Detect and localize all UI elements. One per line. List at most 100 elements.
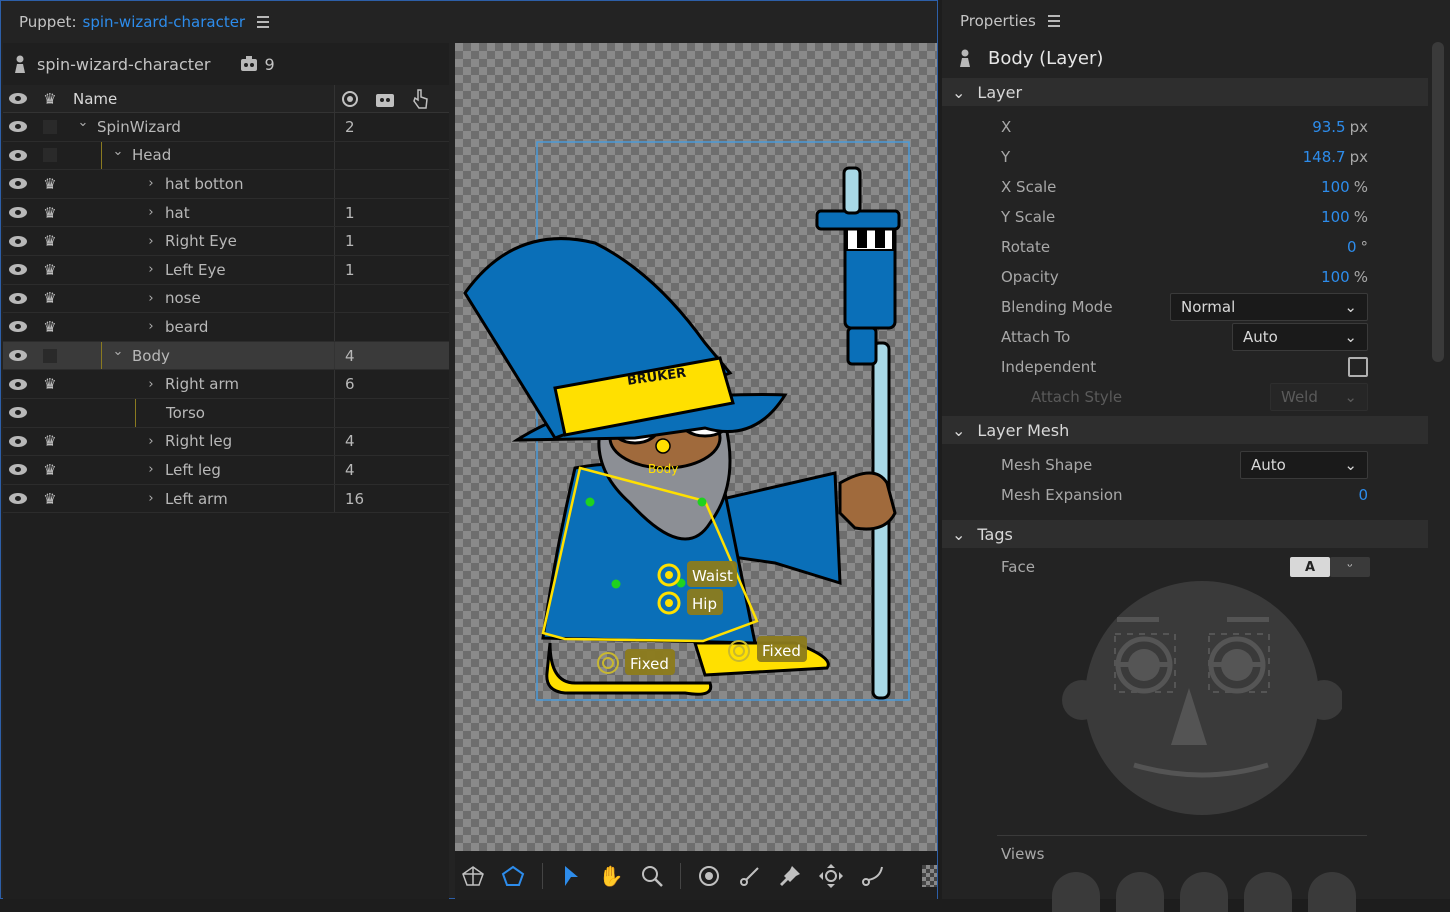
pin-tool-icon[interactable] bbox=[778, 863, 802, 889]
eye-icon[interactable] bbox=[3, 378, 33, 390]
smiley-tag-toggle-icon[interactable]: ᵕ bbox=[1330, 557, 1370, 577]
section-tags[interactable]: ⌄ Tags bbox=[942, 520, 1428, 548]
mesh-point[interactable] bbox=[611, 579, 621, 589]
view-front-icon[interactable] bbox=[1052, 872, 1100, 912]
bend-tool-icon[interactable] bbox=[860, 863, 886, 889]
eye-icon[interactable] bbox=[3, 121, 33, 133]
eye-icon[interactable] bbox=[3, 464, 33, 476]
chevron-right-icon[interactable]: › bbox=[143, 262, 159, 277]
mesh-shape-dropdown[interactable]: Auto ⌄ bbox=[1240, 451, 1368, 479]
layer-row[interactable]: ♛ › Left Eye 1 bbox=[3, 255, 449, 285]
chevron-down-icon[interactable]: ⌄ bbox=[110, 344, 126, 359]
crown-icon[interactable]: ♛ bbox=[33, 490, 67, 508]
chevron-right-icon[interactable]: › bbox=[143, 319, 159, 334]
chevron-right-icon[interactable]: › bbox=[143, 377, 159, 392]
properties-scrollbar[interactable] bbox=[1432, 42, 1444, 362]
zoom-icon[interactable] bbox=[640, 863, 664, 889]
eye-icon[interactable] bbox=[3, 435, 33, 447]
eye-icon[interactable] bbox=[3, 178, 33, 190]
stage-canvas[interactable]: BRUKER Body Waist Hip Fixed Fixed bbox=[455, 43, 937, 851]
view-left-icon[interactable] bbox=[1244, 872, 1292, 912]
rotate-value[interactable]: 0 ° bbox=[1347, 238, 1368, 256]
name-column-header[interactable]: Name bbox=[67, 85, 335, 112]
eye-icon[interactable] bbox=[3, 264, 33, 276]
crown-icon[interactable]: ♛ bbox=[33, 90, 67, 108]
y-value[interactable]: 148.7 px bbox=[1303, 148, 1368, 166]
mesh-expansion-value[interactable]: 0 bbox=[1358, 486, 1368, 504]
layer-row[interactable]: ♛ › Right Eye 1 bbox=[3, 227, 449, 256]
crown-icon[interactable]: ♛ bbox=[33, 175, 67, 193]
chevron-right-icon[interactable]: › bbox=[143, 462, 159, 477]
solo-square-icon[interactable] bbox=[33, 348, 67, 363]
mesh-point[interactable] bbox=[585, 497, 595, 507]
layer-row[interactable]: ♛ › Right leg 4 bbox=[3, 427, 449, 457]
independent-checkbox[interactable] bbox=[1348, 357, 1368, 377]
layer-row[interactable]: ⌄ Head bbox=[3, 141, 449, 171]
eye-icon[interactable] bbox=[3, 493, 33, 505]
mesh-toggle-icon[interactable] bbox=[461, 863, 485, 889]
stick-tool-icon[interactable] bbox=[737, 863, 761, 889]
layer-row[interactable]: ♛ › Left leg 4 bbox=[3, 456, 449, 485]
layer-row[interactable]: ⌄ Body 4 bbox=[3, 341, 449, 371]
hamburger-menu-icon[interactable] bbox=[1047, 15, 1060, 27]
eye-icon[interactable] bbox=[3, 235, 33, 247]
layer-row[interactable]: ♛ › nose bbox=[3, 284, 449, 314]
dragger-tool-icon[interactable] bbox=[818, 863, 844, 889]
origin-tool-icon[interactable] bbox=[697, 863, 721, 889]
x-value[interactable]: 93.5 px bbox=[1312, 118, 1368, 136]
origin-icon[interactable] bbox=[341, 90, 359, 108]
origin-handle[interactable] bbox=[655, 438, 671, 454]
text-tag-toggle[interactable]: A bbox=[1290, 557, 1330, 577]
section-layer[interactable]: ⌄ Layer bbox=[942, 78, 1428, 106]
crown-icon[interactable]: ♛ bbox=[33, 232, 67, 250]
layer-row[interactable]: ♛ › Left arm 16 bbox=[3, 484, 449, 514]
mesh-point[interactable] bbox=[697, 497, 707, 507]
eye-icon[interactable] bbox=[3, 407, 33, 419]
blending-mode-dropdown[interactable]: Normal ⌄ bbox=[1170, 293, 1368, 321]
layer-row[interactable]: ♛ › beard bbox=[3, 313, 449, 342]
chevron-right-icon[interactable]: › bbox=[143, 491, 159, 506]
opacity-value[interactable]: 100% bbox=[1321, 268, 1368, 286]
left-eyebrow-icon[interactable] bbox=[1117, 617, 1159, 622]
crown-icon[interactable]: ♛ bbox=[33, 204, 67, 222]
section-layer-mesh[interactable]: ⌄ Layer Mesh bbox=[942, 416, 1428, 444]
crown-icon[interactable]: ♛ bbox=[33, 261, 67, 279]
xscale-value[interactable]: 100% bbox=[1321, 178, 1368, 196]
chevron-right-icon[interactable]: › bbox=[143, 205, 159, 220]
view-profile-icon[interactable] bbox=[1180, 872, 1228, 912]
view-back-icon[interactable] bbox=[1308, 872, 1356, 912]
eye-icon[interactable] bbox=[3, 207, 33, 219]
solo-square-icon[interactable] bbox=[33, 148, 67, 163]
eye-icon[interactable] bbox=[3, 93, 33, 104]
layer-row[interactable]: ♛ › hat botton bbox=[3, 170, 449, 199]
outline-toggle-icon[interactable] bbox=[501, 863, 525, 889]
solo-square-icon[interactable] bbox=[33, 119, 67, 134]
right-eyebrow-icon[interactable] bbox=[1227, 617, 1269, 622]
hamburger-menu-icon[interactable] bbox=[257, 16, 270, 28]
eye-icon[interactable] bbox=[3, 149, 33, 161]
layer-row[interactable]: Torso bbox=[3, 398, 449, 428]
chevron-right-icon[interactable]: › bbox=[143, 434, 159, 449]
hand-touch-icon[interactable] bbox=[411, 88, 429, 110]
puppet-name-link[interactable]: spin-wizard-character bbox=[83, 13, 246, 31]
select-arrow-icon[interactable] bbox=[559, 863, 583, 889]
chevron-right-icon[interactable]: › bbox=[143, 176, 159, 191]
yscale-value[interactable]: 100% bbox=[1321, 208, 1368, 226]
hand-pan-icon[interactable]: ✋ bbox=[599, 863, 624, 889]
camera-puppet-icon[interactable] bbox=[375, 90, 395, 108]
transparency-grid-icon[interactable] bbox=[922, 864, 938, 887]
layer-row[interactable]: ⌄ SpinWizard 2 bbox=[3, 113, 449, 142]
chevron-down-icon[interactable]: ⌄ bbox=[110, 144, 126, 159]
attach-to-dropdown[interactable]: Auto ⌄ bbox=[1232, 323, 1368, 351]
view-quarter-icon[interactable] bbox=[1116, 872, 1164, 912]
eye-icon[interactable] bbox=[3, 321, 33, 333]
chevron-right-icon[interactable]: › bbox=[143, 291, 159, 306]
crown-icon[interactable]: ♛ bbox=[33, 461, 67, 479]
chevron-right-icon[interactable]: › bbox=[143, 234, 159, 249]
layer-row[interactable]: ♛ › hat 1 bbox=[3, 198, 449, 228]
eye-icon[interactable] bbox=[3, 350, 33, 362]
chevron-down-icon[interactable]: ⌄ bbox=[75, 115, 91, 130]
eye-icon[interactable] bbox=[3, 292, 33, 304]
crown-icon[interactable]: ♛ bbox=[33, 289, 67, 307]
fixed-handle[interactable]: Fixed bbox=[597, 649, 675, 675]
